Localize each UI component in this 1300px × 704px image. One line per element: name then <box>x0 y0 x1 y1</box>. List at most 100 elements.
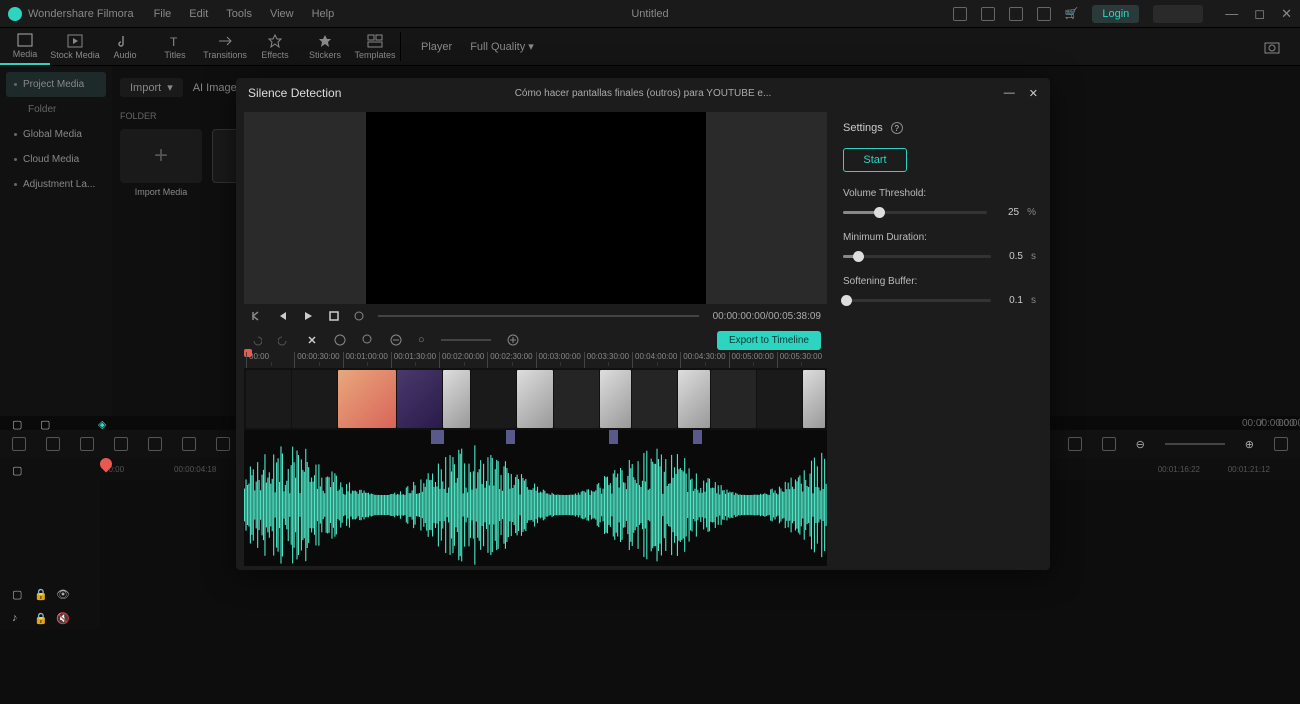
menu-tools[interactable]: Tools <box>226 8 252 20</box>
export-timeline-button[interactable]: Export to Timeline <box>717 331 821 350</box>
volume-slider[interactable] <box>843 211 987 214</box>
maximize-button[interactable]: ◻ <box>1254 6 1265 22</box>
video-thumbnails[interactable] <box>244 368 827 430</box>
volume-value: 25 <box>995 207 1019 218</box>
player-label: Player <box>421 41 452 53</box>
zoom-in-icon[interactable]: ⊕ <box>1245 438 1254 451</box>
settings-panel: Settings ? Start Volume Threshold: 25 % … <box>835 108 1050 570</box>
loop-button[interactable] <box>354 311 364 321</box>
sidebar-global-media[interactable]: Global Media <box>6 122 106 147</box>
tool-icon[interactable] <box>12 437 26 451</box>
menu-edit[interactable]: Edit <box>189 8 208 20</box>
import-dropdown[interactable]: Import ▾ <box>120 78 183 97</box>
silence-markers <box>244 430 827 444</box>
stop-button[interactable] <box>328 310 340 322</box>
password-field[interactable] <box>1153 5 1203 23</box>
tool-icon[interactable] <box>114 437 128 451</box>
mute-icon[interactable]: 🔇 <box>56 612 68 624</box>
plus-icon: + <box>154 142 168 170</box>
progress-bar[interactable] <box>378 315 699 317</box>
screen-icon[interactable] <box>953 7 967 21</box>
tool-icon[interactable] <box>1274 437 1288 451</box>
video-track-icon[interactable]: ▢ <box>12 464 24 476</box>
modal-ruler[interactable]: 00:00 00:00:30:00 00:01:00:00 00:01:30:0… <box>244 352 827 368</box>
tool-icon[interactable] <box>80 437 94 451</box>
login-button[interactable]: Login <box>1092 5 1139 23</box>
time-display: 00:00:00:00/00:05:38:09 <box>713 311 821 322</box>
tool-icon[interactable] <box>1068 437 1082 451</box>
ribbon-effects[interactable]: Effects <box>250 28 300 65</box>
import-media-card[interactable]: + Import Media <box>120 129 202 197</box>
app-name: Wondershare Filmora <box>28 8 134 20</box>
sidebar-cloud-media[interactable]: Cloud Media <box>6 147 106 172</box>
quality-dropdown[interactable]: Full Quality ▾ <box>470 40 534 53</box>
sidebar-adjustment[interactable]: Adjustment La... <box>6 172 106 197</box>
prev-frame-button[interactable] <box>250 310 262 322</box>
cart-icon[interactable]: 🛒 <box>1065 7 1079 20</box>
zoom-out-icon[interactable] <box>390 334 402 346</box>
duration-slider[interactable] <box>843 255 991 258</box>
tool-icon[interactable] <box>46 437 60 451</box>
duration-label: Minimum Duration: <box>843 232 1036 243</box>
close-button[interactable]: ✕ <box>1281 6 1292 22</box>
cut-icon[interactable] <box>306 334 318 346</box>
modal-subtitle: Cómo hacer pantallas finales (outros) pa… <box>515 88 772 99</box>
redo-icon[interactable] <box>278 334 290 346</box>
sidebar-folder[interactable]: Folder <box>6 97 106 122</box>
ribbon-transitions[interactable]: Transitions <box>200 28 250 65</box>
time-total: 00:00:00:00 <box>1278 418 1288 428</box>
info-icon[interactable]: ? <box>891 122 903 134</box>
audio-waveform[interactable] <box>244 444 827 566</box>
ai-image-button[interactable]: AI Image <box>193 82 237 94</box>
step-back-button[interactable] <box>276 310 288 322</box>
play-button[interactable] <box>302 310 314 322</box>
tool-icon[interactable] <box>216 437 230 451</box>
ribbon-titles[interactable]: TTitles <box>150 28 200 65</box>
zoom-slider[interactable] <box>441 339 491 341</box>
duration-value: 0.5 <box>999 251 1023 262</box>
track-icon[interactable]: ▢ <box>12 588 24 600</box>
panel-icon[interactable]: ◈ <box>98 418 108 428</box>
ribbon-templates[interactable]: Templates <box>350 28 400 65</box>
edit-toolbar: ○ Export to Timeline <box>244 328 827 352</box>
ribbon-audio[interactable]: Audio <box>100 28 150 65</box>
sidebar-project-media[interactable]: Project Media <box>6 72 106 97</box>
delete-icon[interactable] <box>334 334 346 346</box>
snapshot-icon[interactable] <box>1264 40 1280 54</box>
panel-icon[interactable]: ▢ <box>12 418 22 428</box>
tool-icon[interactable] <box>148 437 162 451</box>
ribbon-media[interactable]: Media <box>0 28 50 65</box>
audio-track-icon[interactable]: ♪ <box>12 612 24 624</box>
modal-minimize-button[interactable]: — <box>1004 87 1015 100</box>
undo-icon[interactable] <box>250 334 262 346</box>
panel-icon[interactable]: ▢ <box>40 418 50 428</box>
app-logo-icon <box>8 7 22 21</box>
ribbon-stickers[interactable]: Stickers <box>300 28 350 65</box>
menu-view[interactable]: View <box>270 8 294 20</box>
menu-help[interactable]: Help <box>312 8 335 20</box>
modal-close-button[interactable]: ✕ <box>1029 87 1038 100</box>
zoom-out-icon[interactable]: ⊖ <box>1136 438 1145 451</box>
menu-file[interactable]: File <box>154 8 172 20</box>
ribbon-stock[interactable]: Stock Media <box>50 28 100 65</box>
search-icon[interactable] <box>362 334 374 346</box>
eye-icon[interactable]: 👁 <box>56 588 68 600</box>
document-title: Untitled <box>631 8 668 20</box>
apps-icon[interactable] <box>1037 7 1051 21</box>
lock-icon[interactable]: 🔒 <box>34 612 46 624</box>
buffer-label: Softening Buffer: <box>843 276 1036 287</box>
titlebar: Wondershare Filmora File Edit Tools View… <box>0 0 1300 28</box>
main-menu: File Edit Tools View Help <box>154 8 335 20</box>
tool-icon[interactable] <box>1102 437 1116 451</box>
export-icon[interactable] <box>981 7 995 21</box>
buffer-slider[interactable] <box>843 299 991 302</box>
minimize-button[interactable]: — <box>1225 6 1238 22</box>
start-button[interactable]: Start <box>843 148 907 172</box>
lock-icon[interactable]: 🔒 <box>34 588 46 600</box>
cloud-icon[interactable] <box>1009 7 1023 21</box>
sidebar: Project Media Folder Global Media Cloud … <box>0 66 112 416</box>
tool-icon[interactable] <box>182 437 196 451</box>
playback-controls: 00:00:00:00/00:05:38:09 <box>244 304 827 328</box>
ribbon: Media Stock Media Audio TTitles Transiti… <box>0 28 1300 66</box>
zoom-in-icon[interactable] <box>507 334 519 346</box>
